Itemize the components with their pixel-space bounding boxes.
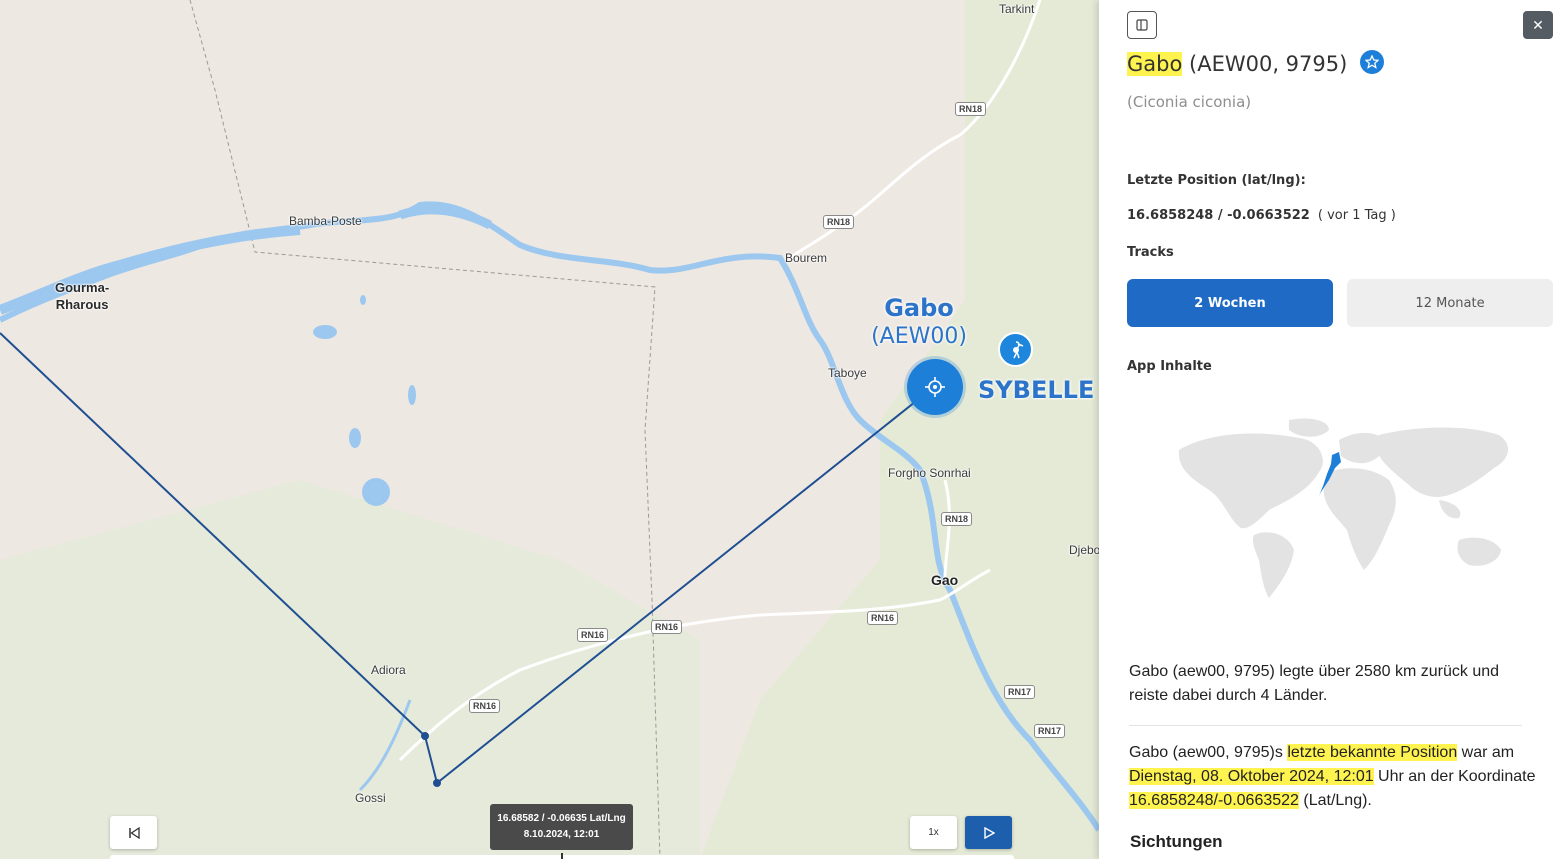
place-label-gourma-rharous: Gourma- Rharous — [55, 280, 110, 312]
road-shield: RN16 — [469, 699, 501, 713]
track-point — [433, 779, 441, 787]
bird-name: Gabo — [1127, 52, 1183, 76]
position-text-part: Uhr an der Koordinate — [1373, 768, 1536, 785]
favorite-button[interactable] — [1360, 50, 1385, 74]
place-label-tarkint: Tarkint — [999, 2, 1035, 16]
last-position-label: Letzte Position (lat/lng): — [1127, 173, 1306, 188]
place-label-gossi: Gossi — [355, 791, 386, 805]
tracks-label: Tracks — [1127, 245, 1174, 260]
road-shield: RN18 — [823, 215, 855, 229]
sidebar-icon — [1136, 19, 1148, 31]
bird-map-label-code: (AEW00) — [871, 324, 967, 349]
stork-icon — [1012, 340, 1023, 358]
world-map-thumbnail — [1178, 418, 1509, 598]
other-bird-map-label: SYBELLE — [978, 376, 1095, 404]
rewind-button[interactable] — [110, 816, 157, 849]
lake — [362, 478, 390, 506]
road-shield: RN16 — [867, 611, 899, 625]
lake — [349, 428, 361, 448]
bird-location-marker[interactable] — [907, 359, 963, 415]
place-label-bamba-poste: Bamba-Poste — [289, 214, 362, 228]
position-text: Gabo (aew00, 9795)s letzte bekannte Posi… — [1129, 741, 1539, 813]
position-text-highlight: letzte bekannte Position — [1287, 744, 1458, 761]
position-text-part: war am — [1457, 744, 1515, 761]
tab-2-weeks[interactable]: 2 Wochen — [1127, 279, 1333, 327]
bird-detail-panel: ✕ Gabo (AEW00, 9795) (Ciconia ciconia) L… — [1099, 0, 1565, 859]
lake — [360, 295, 366, 305]
niger-river — [398, 205, 493, 230]
place-label-gao: Gao — [931, 572, 959, 588]
other-bird-marker[interactable] — [998, 332, 1033, 367]
panel-toggle-button[interactable] — [1127, 11, 1157, 39]
map-canvas[interactable] — [0, 0, 1099, 859]
divider — [1129, 725, 1522, 726]
place-label-forgho-sonrhai: Forgho Sonrhai — [888, 466, 971, 480]
lake — [408, 385, 416, 405]
bird-map-label-name: Gabo — [884, 294, 954, 322]
play-button[interactable] — [965, 816, 1012, 849]
skip-back-icon — [128, 826, 140, 839]
bird-title: Gabo (AEW00, 9795) — [1127, 50, 1385, 77]
timeline-handle[interactable] — [561, 853, 563, 859]
bird-ids: (AEW00, 9795) — [1189, 52, 1348, 76]
place-label-djebo: Djebo — [1069, 543, 1099, 557]
sightings-heading: Sichtungen — [1130, 832, 1223, 851]
road-shield: RN18 — [955, 102, 987, 116]
close-button[interactable]: ✕ — [1523, 11, 1553, 39]
species-name: (Ciconia ciconia) — [1127, 93, 1252, 111]
position-text-date-highlight: Dienstag, 08. Oktober 2024, 12:01 — [1129, 768, 1374, 785]
star-icon — [1365, 55, 1380, 69]
speed-button[interactable]: 1x — [910, 816, 957, 849]
app-content-label: App Inhalte — [1127, 359, 1212, 374]
speed-label: 1x — [928, 827, 939, 838]
position-text-part: Gabo (aew00, 9795)s — [1129, 744, 1288, 761]
play-icon — [983, 826, 995, 839]
last-position-value: 16.6858248 / -0.0663522 — [1127, 208, 1310, 223]
map-view[interactable]: Tarkint Bamba-Poste Gourma- Rharous Bour… — [0, 0, 1099, 859]
place-label-bourem: Bourem — [785, 251, 828, 265]
last-position: 16.6858248 / -0.0663522 ( vor 1 Tag ) — [1127, 208, 1396, 223]
tab-12-months[interactable]: 12 Monate — [1347, 279, 1553, 327]
road-shield: RN17 — [1004, 685, 1036, 699]
lake — [313, 325, 337, 339]
place-label-taboye: Taboye — [828, 366, 867, 380]
position-tooltip: 16.68582 / -0.06635 Lat/Lng 8.10.2024, 1… — [490, 804, 633, 850]
crosshair-icon — [925, 377, 945, 397]
vegetation-area — [0, 480, 700, 859]
summary-text: Gabo (aew00, 9795) legte über 2580 km zu… — [1129, 663, 1500, 704]
road-shield: RN16 — [577, 628, 609, 642]
position-text-coords-highlight: 16.6858248/-0.0663522 — [1129, 792, 1299, 809]
close-icon: ✕ — [1532, 16, 1544, 33]
last-position-ago: ( vor 1 Tag ) — [1317, 208, 1396, 223]
tooltip-coords: 16.68582 / -0.06635 Lat/Lng — [497, 813, 626, 824]
track-point — [421, 732, 429, 740]
tooltip-datetime: 8.10.2024, 12:01 — [523, 829, 600, 840]
position-text-part: (Lat/Lng). — [1298, 792, 1372, 809]
road-shield: RN17 — [1034, 724, 1066, 738]
road-shield: RN16 — [651, 620, 683, 634]
road-shield: RN18 — [941, 512, 973, 526]
place-label-adiora: Adiora — [371, 663, 406, 677]
